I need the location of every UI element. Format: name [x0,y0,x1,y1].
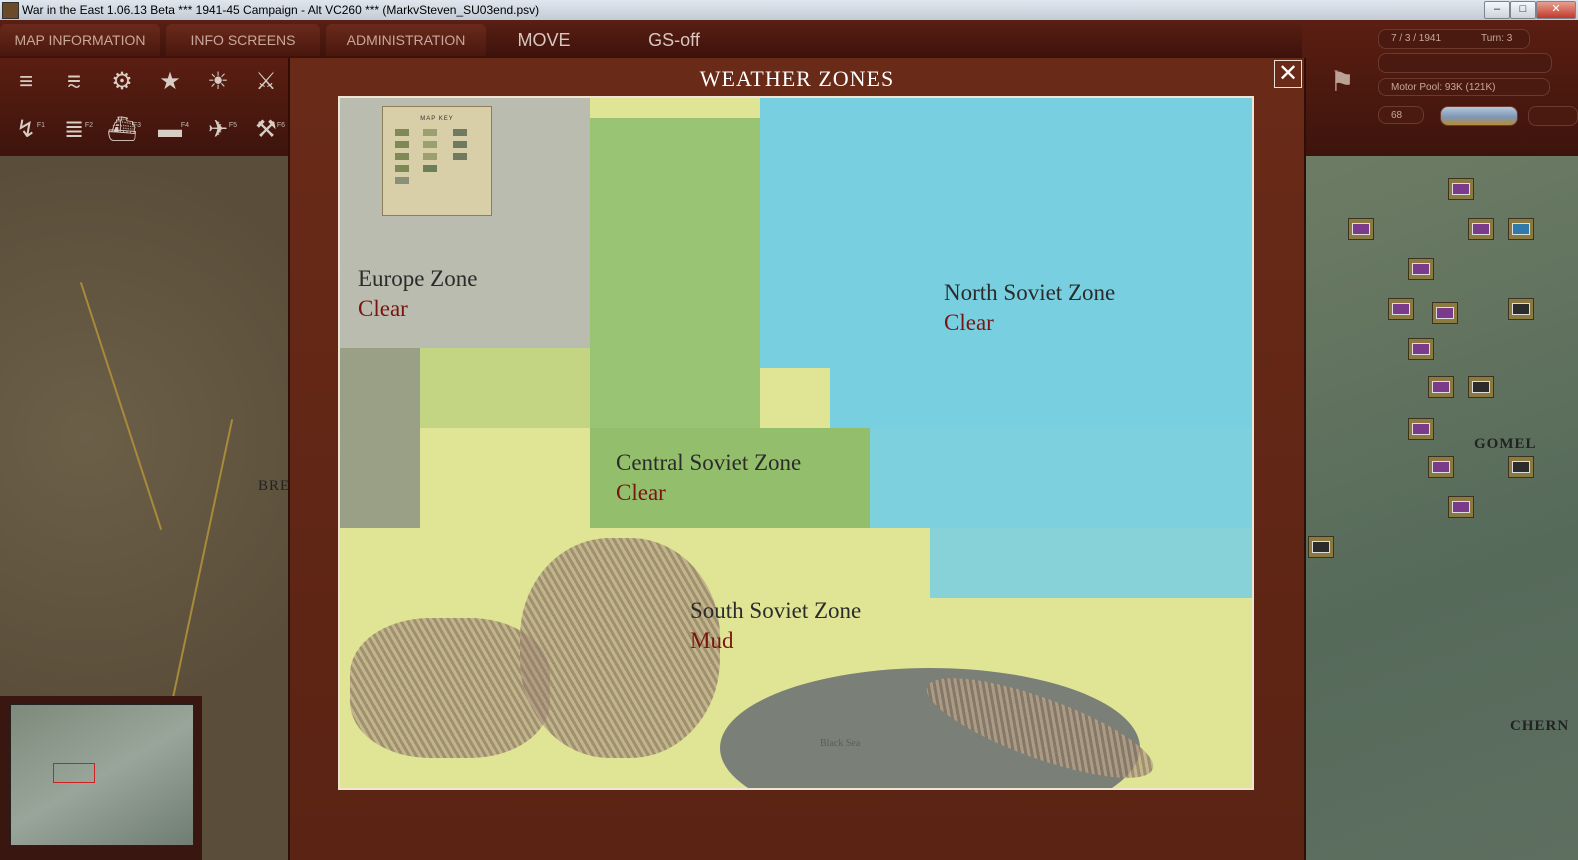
minimize-button[interactable]: – [1484,1,1510,19]
north-zone-fill [930,528,1252,598]
title-bar: War in the East 1.06.13 Beta *** 1941-45… [0,0,1578,20]
empty-slot [1528,106,1578,126]
tab-info-screens[interactable]: INFO SCREENS [166,24,320,56]
star-icon[interactable]: ★ [150,64,190,100]
status-panel: 7 / 3 / 1941 Turn: 3 Motor Pool: 93K (12… [1302,20,1578,156]
weather-indicator[interactable] [1440,106,1518,126]
air-icon: ✈ [207,116,229,143]
central-zone-fill [590,118,760,428]
toolbar: ≡ ⩳ ⚙ ★ ☀ ⚔ ↯ F1 ≣ F2 ⛴ F3 ▬ F4 ✈ F5 ⚒ F6 [0,58,288,156]
hotkey-label: F3 [132,122,141,129]
supply-path-button[interactable]: ↯ F1 [6,112,46,148]
zone-name: North Soviet Zone [944,280,1116,305]
window-title: War in the East 1.06.13 Beta *** 1941-45… [22,3,540,17]
south-soviet-zone-label: South Soviet Zone Mud [690,596,861,656]
hotkey-label: F1 [36,122,45,129]
unit-counter[interactable] [1468,218,1494,240]
air-button[interactable]: ✈ F5 [198,112,238,148]
zone-name: Europe Zone [358,266,478,291]
hq-unit-counter[interactable] [1308,536,1334,558]
unit-counter[interactable] [1432,302,1458,324]
river [168,419,234,713]
dialog-title: WEATHER ZONES [699,66,895,91]
value-display: 68 [1378,106,1424,124]
move-mode-button[interactable]: MOVE [494,24,594,56]
unit-counter[interactable] [1508,218,1534,240]
hq-unit-counter[interactable] [1508,456,1534,478]
weather-zones-map: Black Sea MAP KEY Europe Zone Clear Nort… [338,96,1254,790]
unit-counter[interactable] [1408,258,1434,280]
date-turn-display: 7 / 3 / 1941 Turn: 3 [1378,29,1530,49]
weather-map-icon[interactable]: ☀ [198,64,238,100]
menu-bar: MAP INFORMATION INFO SCREENS ADMINISTRAT… [0,20,1370,58]
river [79,282,163,530]
gear-icon[interactable]: ⚙ [102,64,142,100]
sliders-icon[interactable]: ⩳ [54,64,94,100]
crossed-swords-icon[interactable]: ⚔ [246,64,286,100]
map-city-label: BRE [258,478,291,494]
europe-zone-label: Europe Zone Clear [358,264,477,324]
ground-support-toggle[interactable]: GS-off [624,24,724,56]
engineer-icon: ⚒ [255,116,277,143]
turn-display: Turn: 3 [1481,33,1513,44]
flag-icon[interactable]: ⚑ [1322,62,1362,102]
map-city-label: GOMEL [1474,436,1537,452]
hq-unit-counter[interactable] [1468,376,1494,398]
north-soviet-zone-label: North Soviet Zone Clear [944,278,1115,338]
unit-counter[interactable] [1348,218,1374,240]
main-map-right[interactable]: GOMEL CHERN [1302,156,1578,860]
minimap-viewport-indicator[interactable] [53,763,95,783]
sea-label: Black Sea [820,738,861,749]
weather-zones-dialog: WEATHER ZONES ✕ Black Sea MAP KEY Europe… [288,58,1306,860]
central-zone-fill [420,348,590,428]
minimap[interactable] [0,696,202,860]
unit-counter[interactable] [1388,298,1414,320]
close-dialog-button[interactable]: ✕ [1274,60,1302,88]
north-zone-fill [870,428,1252,528]
unit-stack-icon[interactable]: ≡ [6,64,46,100]
app-icon [2,2,19,19]
maximize-button[interactable]: □ [1510,1,1536,19]
map-key: MAP KEY [382,106,492,216]
europe-zone-fill [340,348,420,528]
central-soviet-zone-label: Central Soviet Zone Clear [616,448,801,508]
ship-button[interactable]: ⛴ F3 [102,112,142,148]
hotkey-label: F4 [180,122,189,129]
naval-icon: ▬ [158,116,182,143]
rail-icon: ≣ [63,116,85,143]
unit-counter[interactable] [1448,496,1474,518]
map-key-title: MAP KEY [420,116,454,122]
unit-counter[interactable] [1448,178,1474,200]
zone-condition: Mud [690,628,734,653]
rail-button[interactable]: ≣ F2 [54,112,94,148]
unit-counter[interactable] [1428,376,1454,398]
engineer-button[interactable]: ⚒ F6 [246,112,286,148]
zone-condition: Clear [358,296,408,321]
hq-unit-counter[interactable] [1508,298,1534,320]
zone-name: Central Soviet Zone [616,450,802,475]
tab-map-information[interactable]: MAP INFORMATION [0,24,160,56]
naval-button[interactable]: ▬ F4 [150,112,190,148]
hotkey-label: F5 [228,122,237,129]
hotkey-label: F2 [84,122,93,129]
zone-condition: Clear [616,480,666,505]
unit-counter[interactable] [1408,338,1434,360]
north-zone-fill [830,368,1252,428]
unit-counter[interactable] [1408,418,1434,440]
motor-pool-display: Motor Pool: 93K (121K) [1378,78,1550,96]
minimap-view[interactable] [10,704,194,846]
tab-administration[interactable]: ADMINISTRATION [326,24,486,56]
map-city-label: CHERN [1510,718,1570,734]
unit-counter[interactable] [1428,456,1454,478]
hotkey-label: F6 [276,122,285,129]
date-display: 7 / 3 / 1941 [1391,33,1442,44]
supply-path-icon: ↯ [15,116,37,143]
zone-condition: Clear [944,310,994,335]
close-window-button[interactable]: ✕ [1536,1,1576,19]
empty-slot [1378,53,1552,73]
zone-name: South Soviet Zone [690,598,862,623]
